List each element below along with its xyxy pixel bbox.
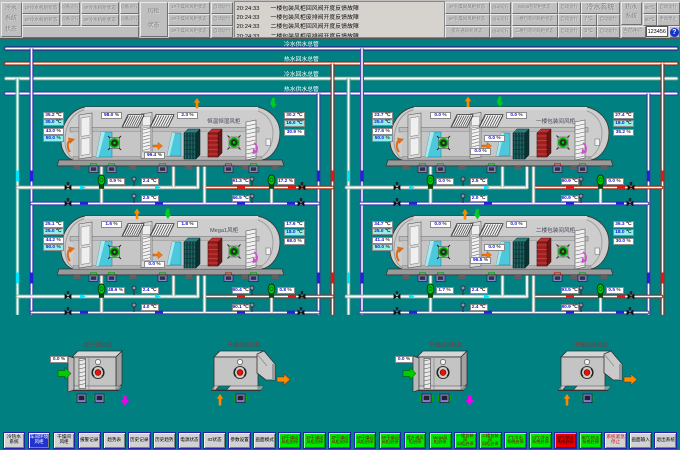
svg-text:O: O xyxy=(99,178,104,184)
svg-text:O: O xyxy=(598,178,603,184)
svg-text:O: O xyxy=(269,178,274,184)
svg-text:O: O xyxy=(99,287,104,293)
svg-text:O: O xyxy=(598,287,603,293)
svg-text:O: O xyxy=(428,287,433,293)
svg-text:O: O xyxy=(428,178,433,184)
svg-text:O: O xyxy=(269,287,274,293)
